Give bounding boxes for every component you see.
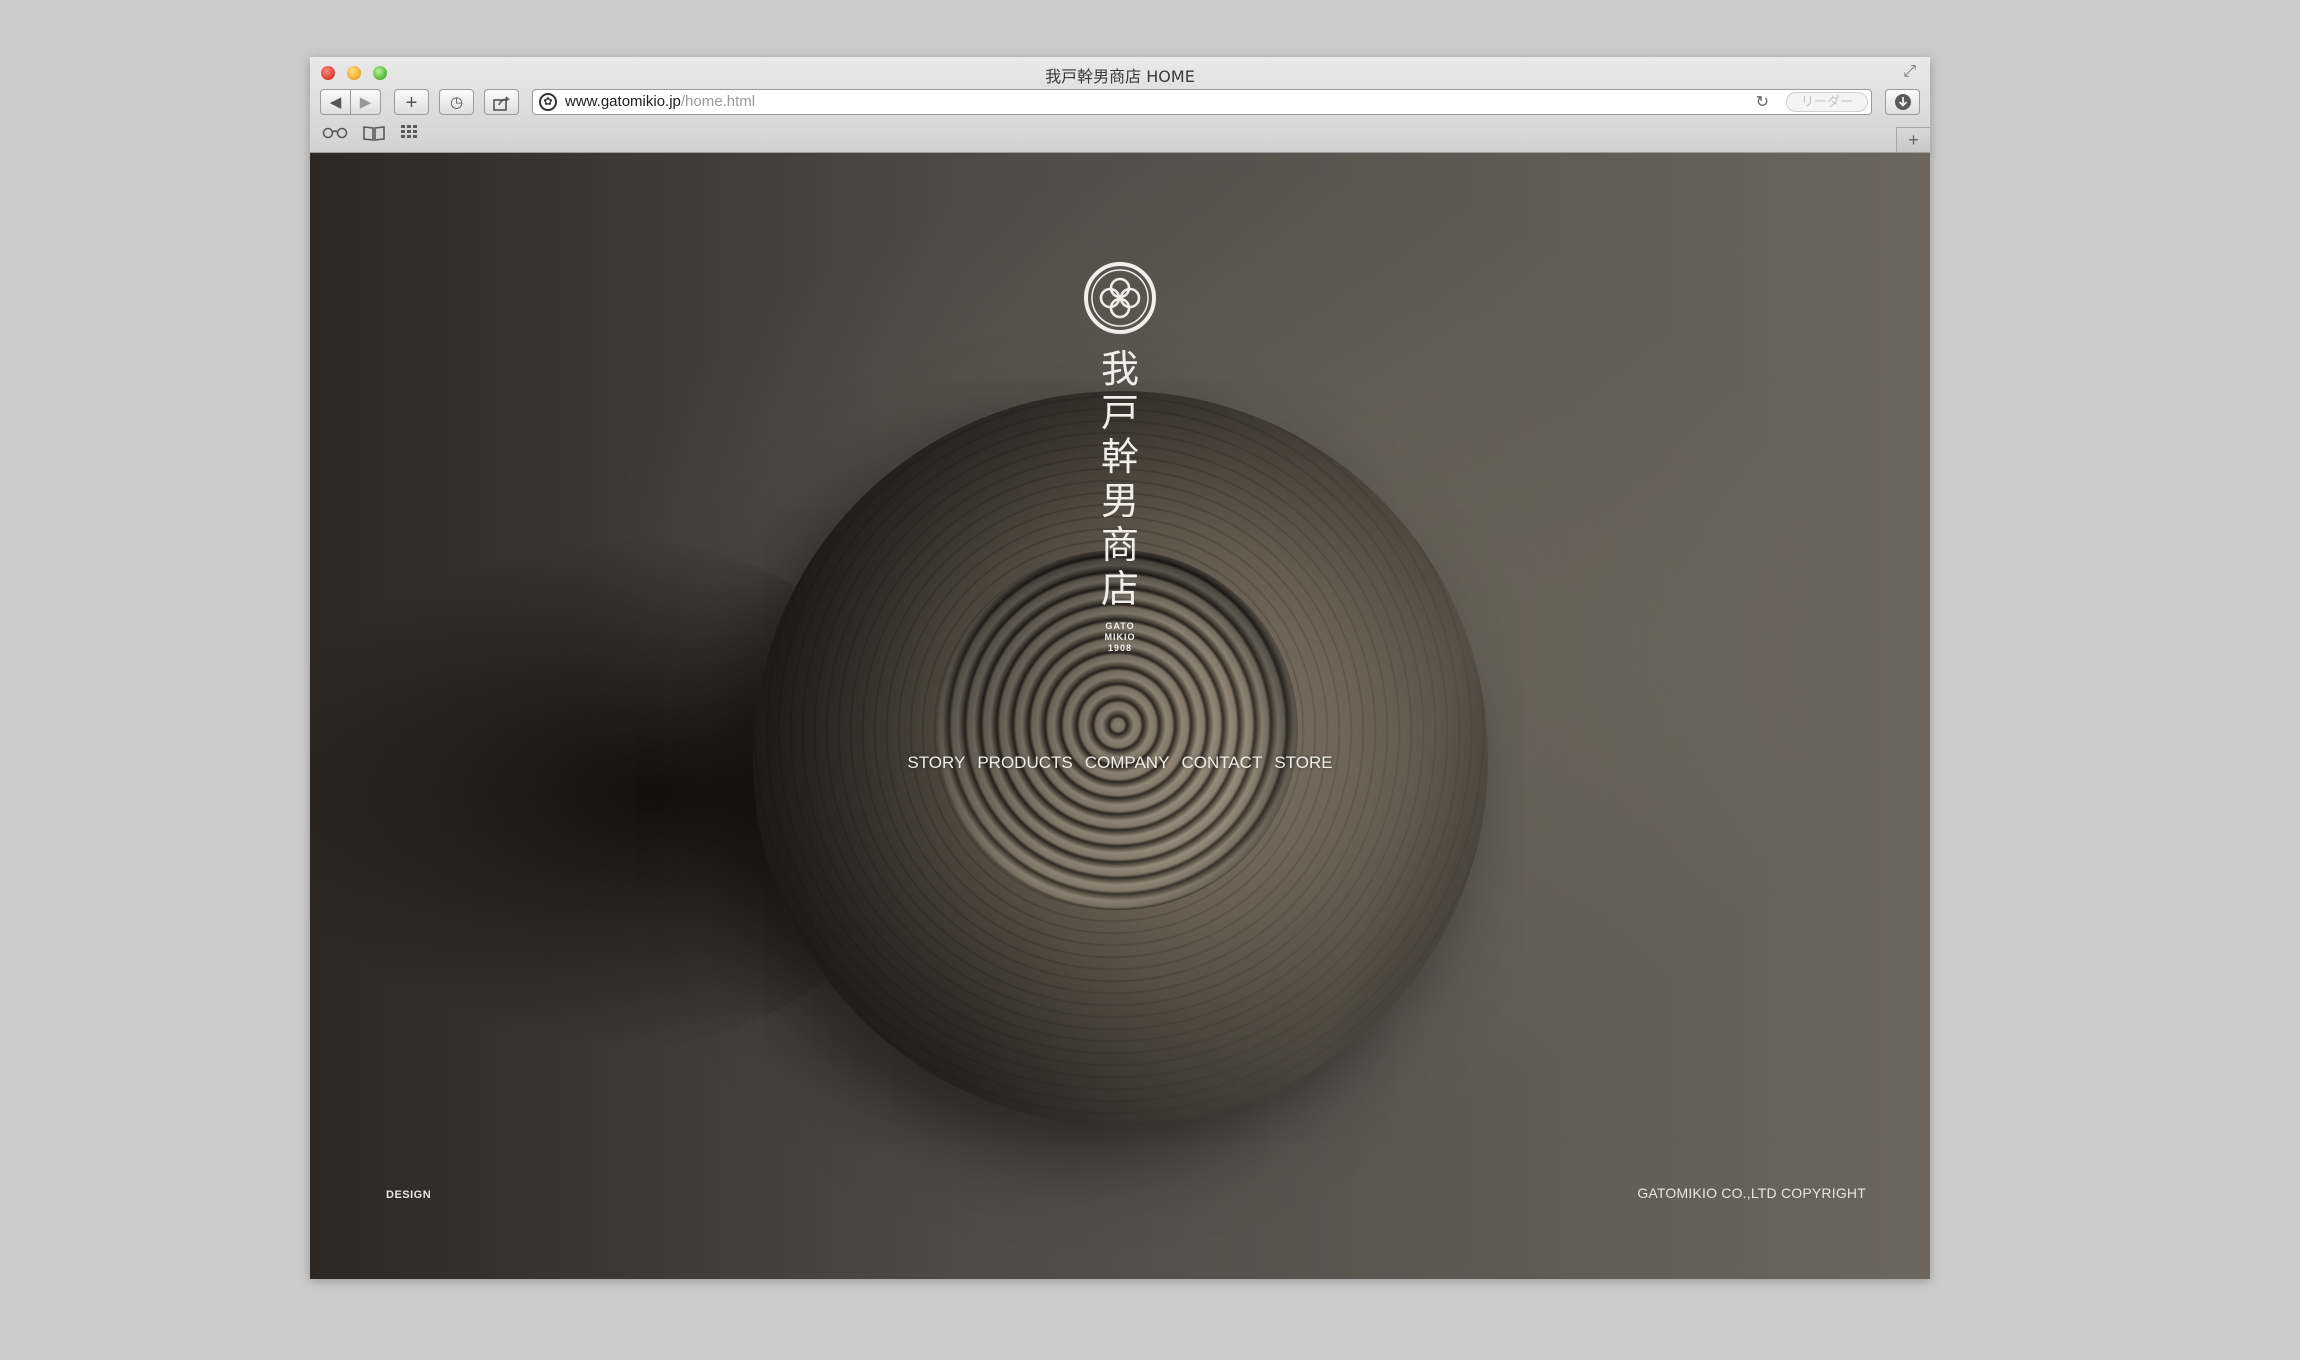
forward-arrow-icon: ▶ — [359, 94, 372, 111]
brand-subtitle: GATO MIKIO 1908 — [1090, 621, 1150, 654]
brand-name-vertical: 我 戸 幹 男 商 店 — [1090, 347, 1150, 611]
history-button[interactable]: ◷ — [439, 89, 474, 115]
brand-char: 戸 — [1100, 391, 1139, 435]
title-bar: 我戸幹男商店 HOME ⤢ — [310, 57, 1930, 87]
brand-sub-line: 1908 — [1107, 643, 1133, 653]
web-page: 我 戸 幹 男 商 店 GATO MIKIO 1908 STORY PRODUC… — [310, 153, 1930, 1279]
book-icon[interactable] — [362, 125, 386, 146]
site-favicon-icon: ✿ — [539, 93, 557, 111]
brand-char: 男 — [1100, 479, 1139, 523]
nav-link-contact[interactable]: CONTACT — [1181, 753, 1262, 773]
nav-link-store[interactable]: STORE — [1274, 753, 1332, 773]
forward-button[interactable]: ▶ — [350, 89, 381, 115]
add-bookmark-button[interactable]: + — [394, 89, 429, 115]
url-path: /home.html — [680, 93, 756, 110]
browser-toolbar: ◀ ▶ + ◷ ✿ www.gatomikio.jp/home.html ↻ リ… — [310, 89, 1930, 119]
brand-sub-line: MIKIO — [1104, 632, 1136, 642]
clock-icon: ◷ — [449, 94, 464, 111]
share-icon — [492, 96, 510, 111]
url-domain: www.gatomikio.jp — [565, 93, 681, 110]
brand-char: 店 — [1100, 567, 1139, 611]
brand-char: 我 — [1100, 347, 1139, 391]
new-tab-button[interactable]: + — [1896, 127, 1930, 152]
nav-link-company[interactable]: COMPANY — [1085, 753, 1170, 773]
downloads-button[interactable] — [1885, 89, 1920, 115]
nav-link-story[interactable]: STORY — [907, 753, 965, 773]
browser-chrome: 我戸幹男商店 HOME ⤢ ◀ ▶ + ◷ ✿ www.gatomikio.jp… — [310, 57, 1930, 153]
nav-link-products[interactable]: PRODUCTS — [977, 753, 1072, 773]
address-bar[interactable]: ✿ www.gatomikio.jp/home.html ↻ リーダー — [532, 89, 1872, 115]
back-button[interactable]: ◀ — [320, 89, 351, 115]
window-title: 我戸幹男商店 HOME — [1045, 67, 1195, 86]
brand-sub-line: GATO — [1105, 621, 1135, 631]
main-nav: STORY PRODUCTS COMPANY CONTACT STORE — [310, 753, 1930, 773]
reader-button[interactable]: リーダー — [1786, 92, 1868, 112]
footer-design-link[interactable]: DESIGN — [386, 1189, 431, 1201]
brand-char: 幹 — [1100, 435, 1139, 479]
brand-char: 商 — [1100, 523, 1139, 567]
fullscreen-icon[interactable]: ⤢ — [1903, 63, 1916, 81]
share-button[interactable] — [484, 89, 519, 115]
bookmarks-bar: + — [310, 123, 1930, 152]
download-icon — [1894, 94, 1911, 110]
glasses-icon[interactable] — [322, 125, 348, 144]
back-arrow-icon: ◀ — [329, 94, 342, 111]
url-text[interactable]: www.gatomikio.jp/home.html — [565, 93, 755, 110]
footer-copyright: GATOMIKIO CO.,LTD COPYRIGHT — [1637, 1185, 1866, 1201]
grid-icon[interactable] — [401, 125, 421, 146]
reload-icon[interactable]: ↻ — [1756, 92, 1769, 112]
browser-window: 我戸幹男商店 HOME ⤢ ◀ ▶ + ◷ ✿ www.gatomikio.jp… — [310, 57, 1930, 1279]
plus-icon: + — [1908, 130, 1919, 150]
family-crest-icon — [1084, 262, 1156, 334]
plus-icon: + — [405, 92, 418, 114]
